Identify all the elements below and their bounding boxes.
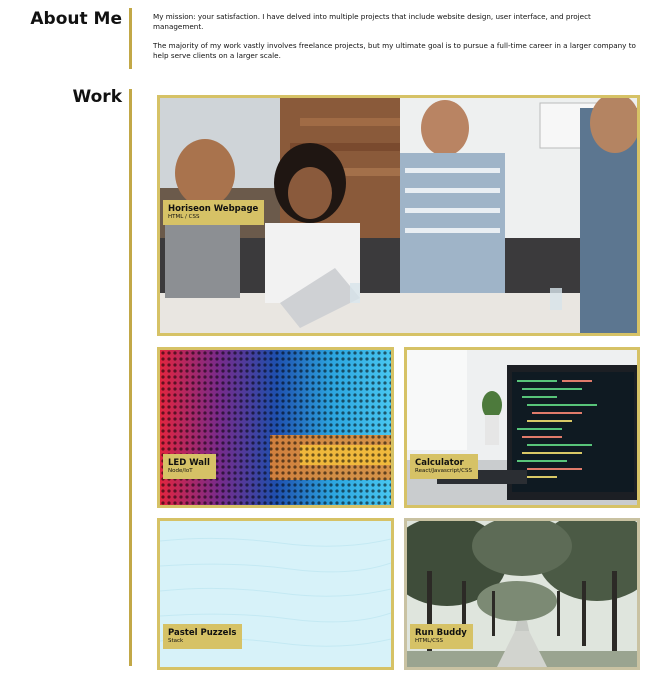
project-label: Horiseon Webpage HTML / CSS: [163, 200, 265, 225]
project-title: Run Buddy: [415, 628, 467, 638]
page: About Me My mission: your satisfaction. …: [0, 0, 658, 674]
project-tech: HTML/CSS: [415, 638, 443, 644]
work-heading: Work: [72, 87, 122, 107]
about-heading: About Me: [30, 9, 122, 29]
about-paragraph-1: My mission: your satisfaction. I have de…: [153, 12, 591, 31]
project-title: Pastel Puzzels: [168, 628, 237, 638]
led-lights-photo: [160, 350, 391, 505]
code-monitor-photo: [407, 350, 637, 505]
about-paragraph-2: The majority of my work vastly involves …: [153, 41, 636, 60]
project-label: Pastel Puzzels Stack: [163, 624, 243, 649]
project-tech: HTML / CSS: [168, 214, 200, 220]
project-title: Calculator: [415, 458, 464, 468]
project-label: Calculator React/Javascript/CSS: [410, 454, 478, 479]
project-label: Run Buddy HTML/CSS: [410, 624, 473, 649]
project-title: Horiseon Webpage: [168, 204, 259, 214]
project-title: LED Wall: [168, 458, 210, 468]
project-tech: Node/IoT: [168, 468, 193, 474]
project-label: LED Wall Node/IoT: [163, 454, 216, 479]
project-card-calculator[interactable]: Calculator React/Javascript/CSS: [404, 347, 640, 508]
project-tech: React/Javascript/CSS: [415, 468, 472, 474]
project-card-run-buddy[interactable]: Run Buddy HTML/CSS: [404, 518, 640, 670]
work-divider: [129, 89, 132, 666]
about-divider: [129, 8, 132, 69]
project-card-horiseon[interactable]: Horiseon Webpage HTML / CSS: [157, 95, 640, 336]
about-text: My mission: your satisfaction. I have de…: [153, 12, 643, 70]
project-card-led-wall[interactable]: LED Wall Node/IoT: [157, 347, 394, 508]
project-card-pastel-puzzels[interactable]: Pastel Puzzels Stack: [157, 518, 394, 670]
project-tech: Stack: [168, 638, 184, 644]
